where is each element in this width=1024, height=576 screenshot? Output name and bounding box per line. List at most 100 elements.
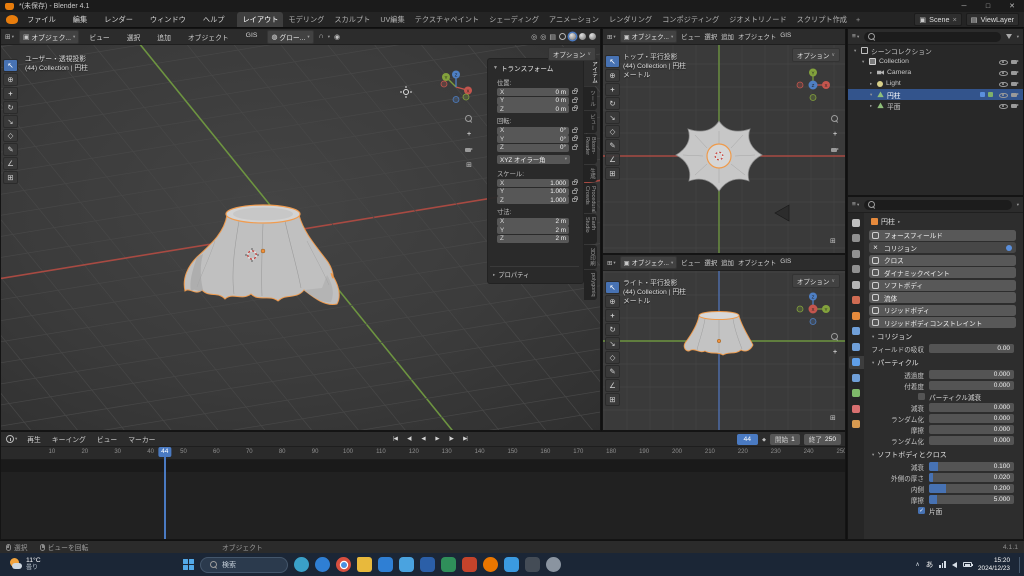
rotation-mode-dropdown[interactable]: XYZ オイラー角 xyxy=(497,155,570,164)
value-slider[interactable]: 0.000 xyxy=(929,381,1014,391)
tab-view-layer[interactable] xyxy=(849,263,864,276)
close-button[interactable]: ✕ xyxy=(1000,0,1024,12)
lock-icon[interactable] xyxy=(572,198,577,202)
disable-in-render-icon[interactable] xyxy=(1011,69,1019,76)
physics-enable-button[interactable]: リジッドボディコンストレイント xyxy=(869,317,1016,328)
shading-rendered-icon[interactable] xyxy=(589,33,596,40)
transform-tool[interactable] xyxy=(605,125,620,138)
frame-end-field[interactable]: 終了250 xyxy=(804,434,841,445)
rotate-tool[interactable] xyxy=(605,97,620,110)
section-particle[interactable]: パーティクル xyxy=(866,356,1021,369)
mode-dropdown[interactable]: オブジェク... xyxy=(620,30,678,43)
outliner-item[interactable]: Collection xyxy=(848,56,1023,67)
camera-view-icon[interactable] xyxy=(831,146,839,153)
add-primitive-tool[interactable] xyxy=(605,393,620,406)
xray-toggle-icon[interactable] xyxy=(549,33,556,41)
hide-in-viewport-icon[interactable] xyxy=(999,91,1007,98)
cursor-tool[interactable] xyxy=(3,73,18,86)
number-field[interactable]: Y0 m xyxy=(497,97,569,105)
taskbar-app-edge[interactable] xyxy=(315,557,330,572)
sidebar-tab[interactable]: Blosm-Reader xyxy=(584,134,597,164)
viewport-menu-item[interactable]: 追加 xyxy=(152,32,176,42)
physics-enable-button[interactable]: リジッドボディ xyxy=(869,305,1016,316)
workspace-tab[interactable]: テクスチャペイント xyxy=(410,12,484,27)
outliner-item[interactable]: 平面 xyxy=(848,100,1023,111)
play-reverse-button[interactable]: ◀ xyxy=(417,434,429,445)
taskbar-app-settings[interactable] xyxy=(546,557,561,572)
tab-material[interactable] xyxy=(849,402,864,415)
maximize-button[interactable]: □ xyxy=(976,0,1000,12)
hide-in-viewport-icon[interactable] xyxy=(999,58,1007,65)
navigation-gizmo[interactable]: X Y Z xyxy=(438,69,474,105)
taskbar-app-explorer[interactable] xyxy=(357,557,372,572)
navigation-gizmo[interactable]: Y Z X xyxy=(795,291,831,327)
view-layer-selector[interactable]: ViewLayer xyxy=(966,13,1019,26)
properties-search-input[interactable] xyxy=(864,200,1012,210)
current-frame-field[interactable]: 44 xyxy=(737,434,759,445)
tab-output[interactable] xyxy=(849,247,864,260)
expand-icon[interactable] xyxy=(870,70,876,76)
number-field[interactable]: X0° xyxy=(497,127,569,135)
snap-icon[interactable] xyxy=(319,33,324,40)
number-field[interactable]: Y1.000 xyxy=(497,188,569,196)
options-button[interactable]: オプション xyxy=(548,47,596,61)
cloth-object[interactable] xyxy=(184,205,339,305)
shading-material-icon[interactable] xyxy=(579,33,586,40)
annotate-tool[interactable] xyxy=(605,139,620,152)
physics-enable-button[interactable]: 流体 xyxy=(869,292,1016,303)
taskbar-search-input[interactable]: 検索 xyxy=(200,557,288,573)
add-workspace-button[interactable]: + xyxy=(852,15,864,24)
panel-transform-header[interactable]: トランスフォーム xyxy=(493,63,579,73)
navigation-gizmo[interactable]: X Y Z xyxy=(795,67,831,103)
lock-icon[interactable] xyxy=(572,129,577,133)
taskbar-app-blender[interactable] xyxy=(483,557,498,572)
taskbar-app-excel[interactable] xyxy=(441,557,456,572)
volume-icon[interactable] xyxy=(952,562,957,568)
previous-keyframe-button[interactable]: ◀| xyxy=(403,434,415,445)
camera-view-icon[interactable] xyxy=(465,146,473,153)
sidebar-tab[interactable]: ビュー xyxy=(584,111,597,134)
sidebar-tab[interactable]: 生成 xyxy=(584,165,597,182)
grid-icon[interactable] xyxy=(830,414,836,422)
camera-object-top[interactable] xyxy=(775,205,789,221)
frame-start-field[interactable]: 開始1 xyxy=(770,434,800,445)
timeline-tracks[interactable] xyxy=(1,460,845,539)
select-box-tool[interactable] xyxy=(605,55,620,68)
viewport-menu-item[interactable]: GIS xyxy=(780,258,791,267)
zoom-icon[interactable] xyxy=(465,115,473,123)
viewport-menu-item[interactable]: GIS xyxy=(241,32,263,42)
physics-enable-button[interactable]: フォースフィールド xyxy=(869,230,1016,241)
value-slider[interactable]: 0.000 xyxy=(929,370,1014,380)
tab-particles[interactable] xyxy=(849,340,864,353)
taskbar-app-word[interactable] xyxy=(420,557,435,572)
toggle-ortho-icon[interactable] xyxy=(466,161,472,169)
tab-scene[interactable] xyxy=(849,278,864,291)
editor-type-button[interactable] xyxy=(852,201,859,208)
viewport-menu-item[interactable]: ビュー xyxy=(681,258,700,267)
sidebar-tab[interactable]: Earth Studio xyxy=(584,214,597,244)
tab-object-data[interactable] xyxy=(849,387,864,400)
value-slider[interactable]: 0.000 xyxy=(929,436,1014,446)
disable-in-render-icon[interactable] xyxy=(1011,58,1019,65)
workspace-tab[interactable]: UV編集 xyxy=(375,12,409,27)
taskbar-app-mail[interactable] xyxy=(399,557,414,572)
scale-tool[interactable] xyxy=(605,337,620,350)
viewport-menu-item[interactable]: 追加 xyxy=(721,258,734,267)
cloth-object-top[interactable] xyxy=(676,121,762,191)
mode-dropdown[interactable]: オブジェク... xyxy=(19,30,79,44)
grid-icon[interactable] xyxy=(830,237,836,245)
number-field[interactable]: Z2 m xyxy=(497,235,569,243)
hide-in-viewport-icon[interactable] xyxy=(999,102,1007,109)
timeline-ruler[interactable]: 1020304050607080901001101201301401501601… xyxy=(1,447,845,460)
sidebar-tab[interactable]: 3D印刷 xyxy=(584,245,597,269)
sidebar-tab[interactable]: ツール xyxy=(584,87,597,110)
sidebar-tab[interactable]: polygoniq xyxy=(584,270,597,300)
zoom-icon[interactable] xyxy=(831,333,839,341)
select-box-tool[interactable] xyxy=(3,59,18,72)
move-tool[interactable] xyxy=(605,83,620,96)
ime-indicator[interactable]: あ xyxy=(926,559,934,570)
physics-enable-button[interactable]: コリジョン xyxy=(869,242,1016,253)
pan-view-icon[interactable] xyxy=(833,131,837,138)
timeline-menu-item[interactable]: キーイング xyxy=(50,434,88,444)
section-softbody-cloth[interactable]: ソフトボディとクロス xyxy=(866,448,1021,461)
